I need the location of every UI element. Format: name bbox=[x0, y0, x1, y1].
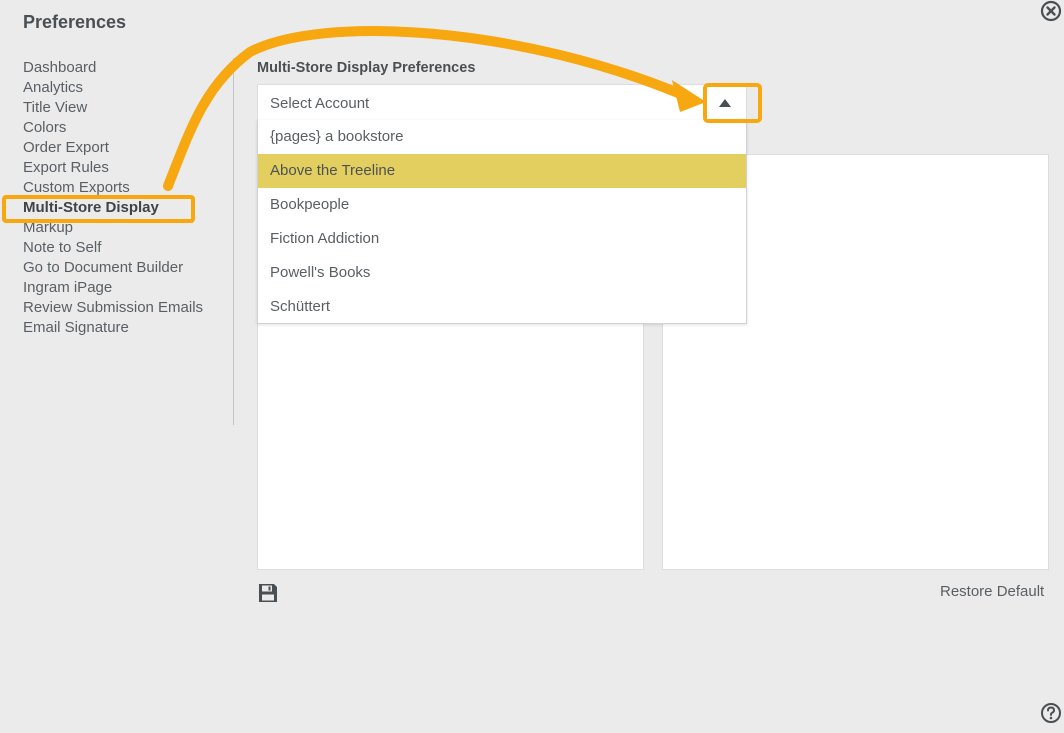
close-icon[interactable] bbox=[1040, 0, 1062, 22]
account-dropdown-list: {pages} a bookstore Above the Treeline B… bbox=[257, 120, 747, 324]
page-title: Preferences bbox=[23, 12, 127, 32]
sidebar-item-title-view[interactable]: Title View bbox=[23, 98, 228, 118]
sidebar-item-document-builder[interactable]: Go to Document Builder bbox=[23, 258, 228, 278]
sidebar-nav: Dashboard Analytics Title View Colors Or… bbox=[23, 58, 228, 338]
sidebar-divider bbox=[233, 58, 234, 425]
sidebar-item-email-signature[interactable]: Email Signature bbox=[23, 318, 228, 338]
sidebar-item-analytics[interactable]: Analytics bbox=[23, 78, 228, 98]
sidebar-item-custom-exports[interactable]: Custom Exports bbox=[23, 178, 228, 198]
dropdown-option-schuttert[interactable]: Schüttert bbox=[258, 290, 746, 324]
triangle-up-icon[interactable] bbox=[715, 94, 735, 112]
restore-default-link[interactable]: Restore Default bbox=[940, 583, 1044, 600]
sidebar-item-markup[interactable]: Markup bbox=[23, 218, 228, 238]
sidebar-item-export-rules[interactable]: Export Rules bbox=[23, 158, 228, 178]
sidebar-item-colors[interactable]: Colors bbox=[23, 118, 228, 138]
sidebar-item-dashboard[interactable]: Dashboard bbox=[23, 58, 228, 78]
sidebar-item-ingram-ipage[interactable]: Ingram iPage bbox=[23, 278, 228, 298]
sidebar-item-order-export[interactable]: Order Export bbox=[23, 138, 228, 158]
help-circle-icon[interactable] bbox=[1040, 702, 1062, 724]
dropdown-option-powells-books[interactable]: Powell's Books bbox=[258, 256, 746, 290]
section-title: Multi-Store Display Preferences bbox=[257, 60, 476, 76]
dropdown-option-above-the-treeline[interactable]: Above the Treeline bbox=[258, 154, 746, 188]
sidebar-item-review-submission-emails[interactable]: Review Submission Emails bbox=[23, 298, 228, 318]
preferences-page: Preferences Dashboard Analytics Title Vi… bbox=[0, 0, 1064, 733]
sidebar-item-multi-store-display[interactable]: Multi-Store Display bbox=[23, 198, 228, 218]
dropdown-option-bookpeople[interactable]: Bookpeople bbox=[258, 188, 746, 222]
account-select-label: Select Account bbox=[270, 95, 370, 112]
floppy-disk-icon[interactable] bbox=[257, 582, 279, 604]
dropdown-option-pages-a-bookstore[interactable]: {pages} a bookstore bbox=[258, 120, 746, 154]
account-select[interactable]: Select Account bbox=[257, 84, 747, 120]
sidebar-item-note-to-self[interactable]: Note to Self bbox=[23, 238, 228, 258]
dropdown-option-fiction-addiction[interactable]: Fiction Addiction bbox=[258, 222, 746, 256]
